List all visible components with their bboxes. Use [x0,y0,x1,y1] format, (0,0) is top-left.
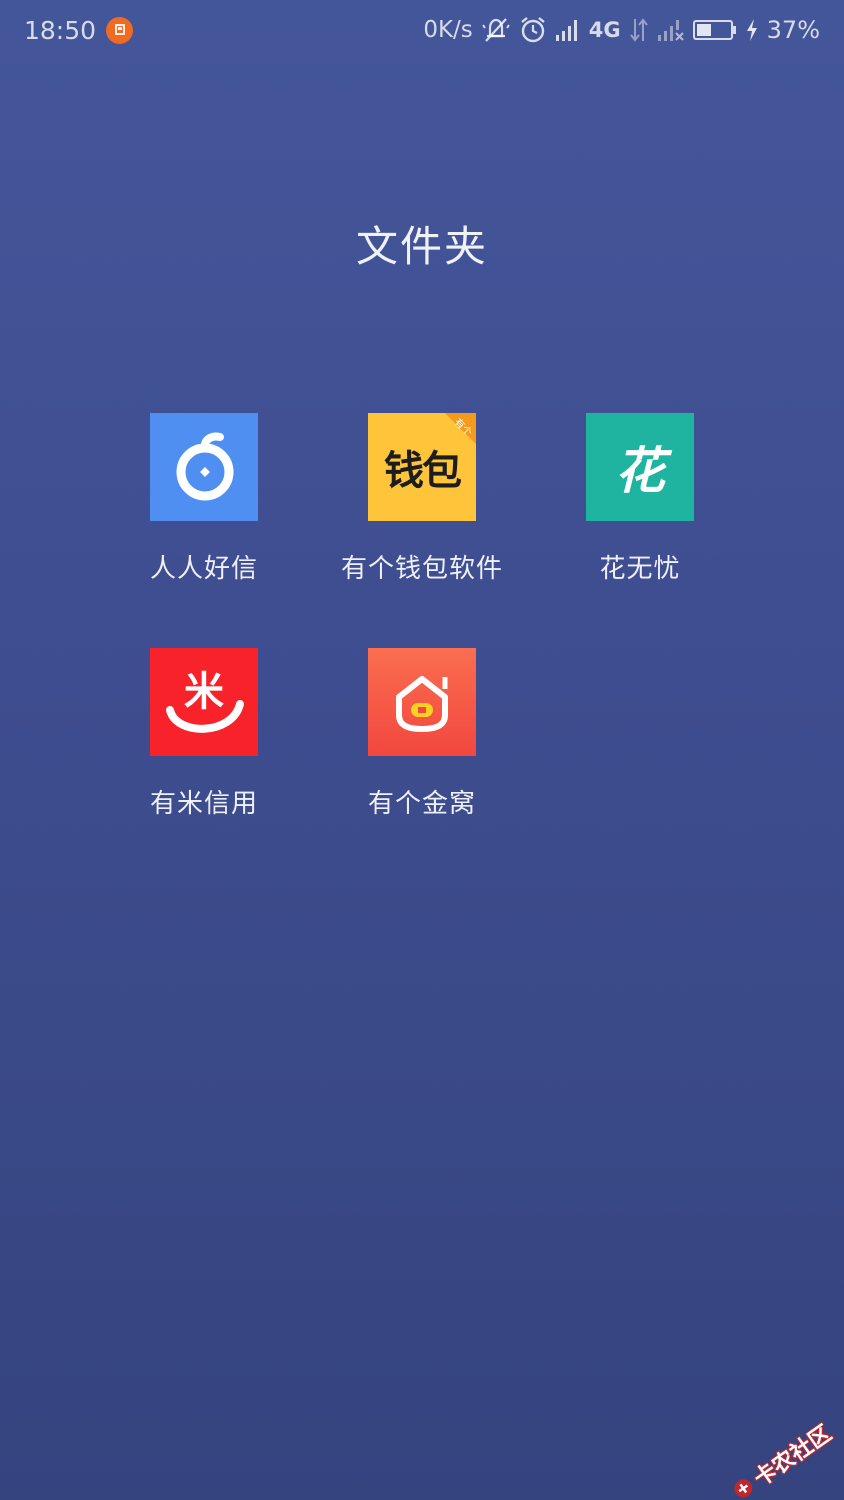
youmi-icon: 米 [150,648,258,756]
net-speed: 0K/s [423,17,473,43]
battery-percent: 37% [766,16,820,44]
app-wallet[interactable]: 钱包 有个 有个钱包软件 [313,413,531,585]
mute-bell-icon [481,16,511,44]
app-gold-house[interactable]: 有个金窝 [313,648,531,820]
app-label: 花无忧 [599,554,681,584]
notification-badge-icon [106,16,134,44]
corner-badge: 有个 [432,413,476,457]
status-right: 0K/s 4G 37% [423,16,820,44]
app-label: 人人好信 [149,554,258,584]
data-arrows-icon [629,17,649,43]
status-left: 18:50 [24,15,134,45]
renren-haoxin-icon [150,413,258,521]
app-label: 有个金窝 [367,789,476,819]
status-bar: 18:50 0K/s 4G 37% [0,0,844,60]
network-type: 4G [588,18,621,42]
watermark: 卡农社区 [725,1416,837,1500]
hua-icon-text: 花 [615,441,665,500]
app-label: 有个钱包软件 [340,554,503,584]
app-renren-haoxin[interactable]: 人人好信 [95,413,313,585]
app-hua-wuyou[interactable]: 花 花无忧 [531,413,749,585]
watermark-text: 卡农社区 [749,1421,837,1493]
signal-no-sim-icon [657,18,685,42]
app-label: 有米信用 [149,789,258,819]
gold-house-icon [368,648,476,756]
hua-icon: 花 [586,413,694,521]
alarm-icon [519,16,547,44]
app-youmi-xinyong[interactable]: 米 有米信用 [95,648,313,820]
signal-icon [555,18,581,42]
folder-title[interactable]: 文件夹 [0,213,844,274]
clock: 18:50 [24,15,97,45]
youmi-icon-text: 米 [184,669,224,715]
battery-icon [692,19,737,41]
wallet-icon: 钱包 有个 [368,413,476,521]
charging-icon [745,18,759,42]
